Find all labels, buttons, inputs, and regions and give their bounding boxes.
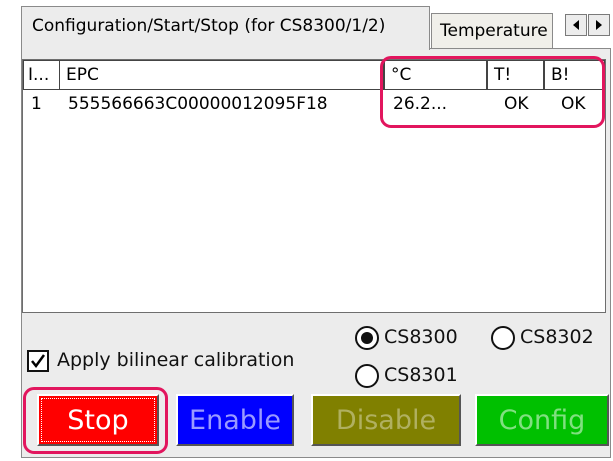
calibration-checkbox[interactable] [27, 350, 49, 372]
radio-cs8300-label: CS8300 [384, 326, 458, 348]
scroll-left-icon [573, 20, 579, 30]
config-button[interactable]: Config [475, 394, 609, 446]
radio-cs8301[interactable] [355, 364, 379, 388]
panel-top-border [430, 48, 611, 49]
calibration-label: Apply bilinear calibration [57, 349, 295, 371]
radio-cs8300[interactable] [355, 326, 379, 350]
tab-scroll-left-button[interactable] [565, 14, 587, 36]
tab-configuration-label: Configuration/Start/Stop (for CS8300/1/2… [32, 16, 386, 36]
highlight-stop-button [23, 387, 168, 454]
highlight-temperature-columns [380, 56, 605, 128]
row-index: 1 [31, 94, 42, 114]
tab-scroll-right-button[interactable] [588, 14, 610, 36]
tab-configuration[interactable]: Configuration/Start/Stop (for CS8300/1/2… [21, 6, 430, 50]
tab-temperature[interactable]: Temperature [431, 13, 553, 50]
radio-cs8302[interactable] [491, 326, 515, 350]
scroll-right-icon [596, 20, 602, 30]
radio-cs8302-label: CS8302 [520, 326, 594, 348]
checkmark-icon [31, 354, 46, 369]
tab-temperature-label: Temperature [440, 21, 548, 41]
disable-button[interactable]: Disable [311, 394, 461, 446]
radio-selected-icon [361, 332, 373, 344]
column-header-epc[interactable]: EPC [59, 60, 384, 90]
column-header-index[interactable]: I... [23, 60, 60, 90]
row-epc: 555566663C00000012095F18 [68, 94, 328, 114]
enable-button[interactable]: Enable [176, 394, 294, 446]
radio-cs8301-label: CS8301 [384, 364, 458, 386]
